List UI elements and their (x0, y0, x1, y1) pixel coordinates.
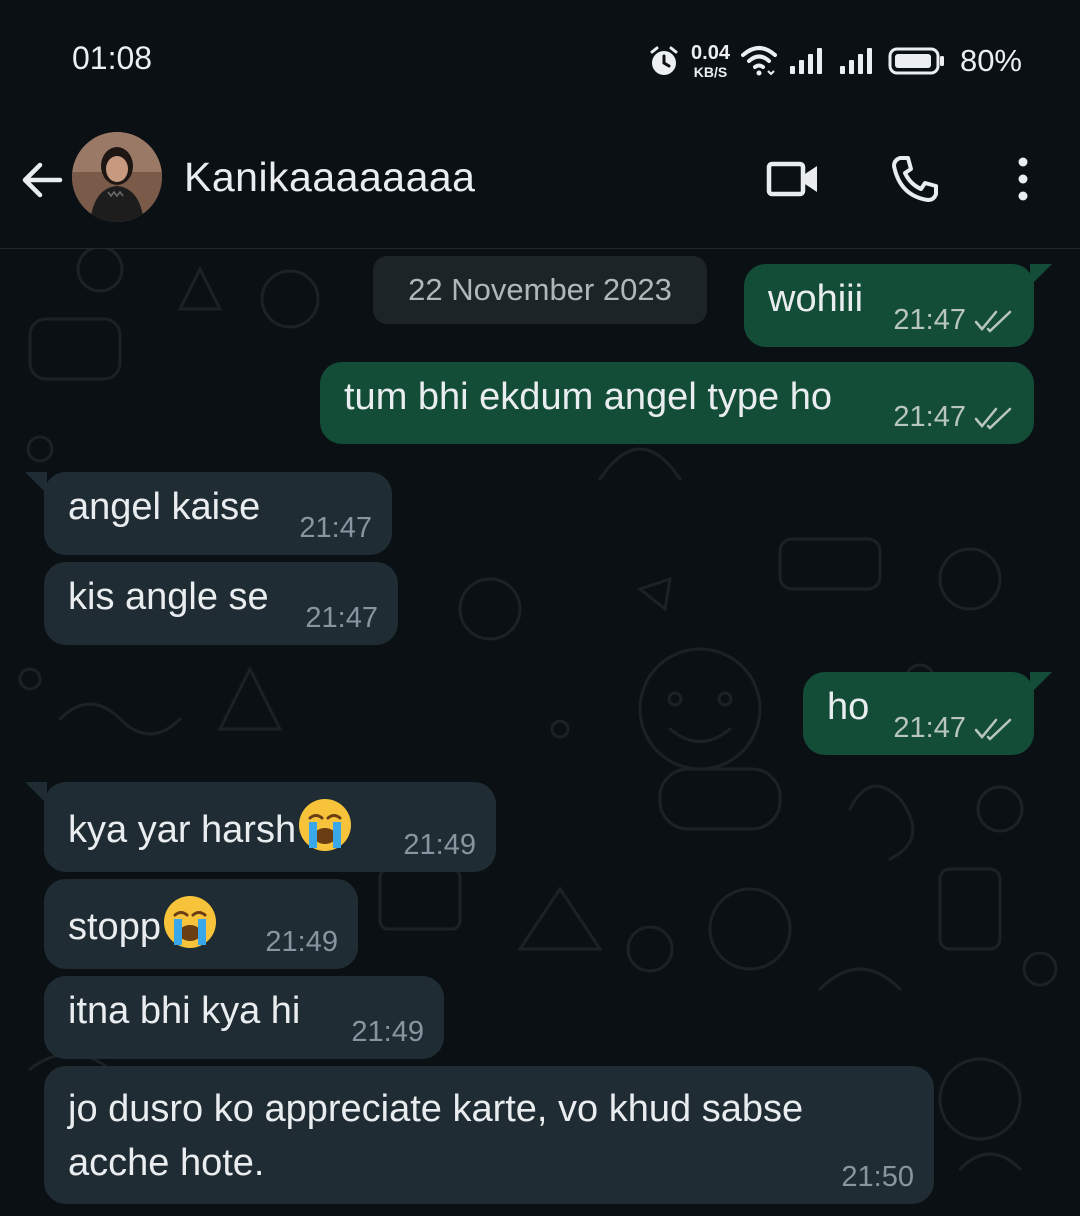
message-time: 21:47 (893, 401, 966, 433)
message-time: 21:47 (893, 304, 966, 336)
message-text: kya yar harsh (68, 809, 297, 851)
message-bubble-incoming[interactable]: angel kaise 21:47 (44, 472, 392, 555)
message-bubble-incoming[interactable]: stopp 21:49 (44, 879, 358, 969)
network-speed: 0.04 KB/S (691, 43, 730, 79)
message-meta: 21:49 (265, 926, 338, 959)
message-text: tum bhi ekdum angel type ho (344, 376, 832, 418)
message-bubble-outgoing[interactable]: ho 21:47 (803, 672, 1034, 755)
message-meta: 21:49 (351, 1016, 424, 1049)
message-text: kis angle se (68, 576, 269, 618)
message-bubble-incoming[interactable]: itna bhi kya hi 21:49 (44, 976, 444, 1059)
phone-icon[interactable] (886, 150, 944, 208)
status-time: 01:08 (72, 40, 153, 76)
message-meta: 21:47 (305, 602, 378, 635)
message-bubble-incoming[interactable]: jo dusro ko appreciate karte, vo khud sa… (44, 1066, 934, 1204)
signal-icon (839, 48, 872, 74)
avatar[interactable] (72, 132, 162, 222)
message-text: angel kaise (68, 486, 261, 528)
battery-icon (888, 47, 944, 75)
message-text: stopp (68, 906, 161, 948)
message-bubble-incoming[interactable]: kis angle se 21:47 (44, 562, 398, 645)
status-icons: 0.04 KB/S 80% (647, 38, 1022, 84)
message-text: itna bhi kya hi (68, 990, 301, 1032)
message-text: wohiii (768, 278, 864, 320)
message-meta: 21:47 (299, 512, 372, 545)
message-time: 21:49 (265, 926, 338, 958)
message-text: ho (827, 686, 870, 728)
date-chip: 22 November 2023 (373, 256, 707, 324)
message-meta: 21:49 (403, 829, 476, 862)
message-bubble-outgoing[interactable]: wohiii 21:47 (744, 264, 1034, 347)
message-text-with-emoji: kya yar harsh (68, 796, 354, 854)
status-bar: 01:08 0.04 KB/S 80% (0, 0, 1080, 118)
wifi-icon (740, 46, 777, 76)
message-time: 21:47 (305, 602, 378, 634)
message-meta: 21:47 (893, 712, 1014, 745)
network-speed-unit: KB/S (693, 64, 728, 80)
chat-area[interactable]: 22 November 2023 wohiii 21:47 tum bhi ek… (0, 249, 1080, 1216)
message-time: 21:49 (351, 1016, 424, 1048)
message-time: 21:47 (893, 712, 966, 744)
message-bubble-outgoing[interactable]: tum bhi ekdum angel type ho 21:47 (320, 362, 1034, 444)
video-call-icon[interactable] (764, 150, 822, 208)
loudly-crying-face-emoji (299, 799, 352, 851)
message-text-with-emoji: stopp (68, 893, 219, 951)
more-options-icon[interactable] (994, 150, 1052, 208)
contact-name[interactable]: Kanikaaaaaaaa (184, 154, 475, 201)
read-ticks-icon (974, 310, 1012, 333)
message-bubble-incoming[interactable]: kya yar harsh 21:49 (44, 782, 496, 872)
message-time: 21:47 (299, 512, 372, 544)
avatar-image (72, 132, 162, 222)
read-ticks-icon (974, 407, 1012, 430)
message-meta: 21:50 (841, 1161, 914, 1194)
loudly-crying-face-emoji (163, 896, 216, 948)
back-arrow-icon[interactable] (18, 156, 66, 204)
message-text: jo dusro ko appreciate karte, vo khud sa… (68, 1088, 804, 1184)
battery-percent: 80% (959, 43, 1022, 78)
read-ticks-icon (974, 718, 1012, 741)
message-meta: 21:47 (893, 304, 1014, 337)
alarm-icon (650, 46, 678, 75)
message-meta: 21:47 (893, 401, 1014, 434)
signal-icon (789, 48, 822, 74)
chat-header: Kanikaaaaaaaa (0, 118, 1080, 249)
network-speed-value: 0.04 (691, 42, 730, 64)
message-time: 21:49 (403, 829, 476, 861)
message-time: 21:50 (841, 1161, 914, 1193)
